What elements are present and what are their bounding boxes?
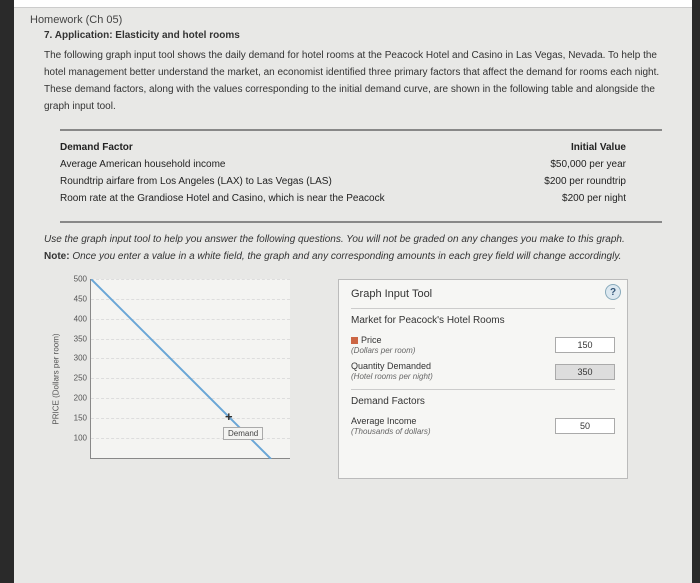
price-row: Price (Dollars per room) 150 [351, 332, 615, 358]
tool-title: Graph Input Tool [351, 288, 615, 300]
price-input[interactable]: 150 [555, 337, 615, 353]
price-label: Price (Dollars per room) [351, 335, 415, 355]
price-legend-icon [351, 337, 358, 344]
page-container: Homework (Ch 05) 7. Application: Elastic… [14, 0, 692, 583]
instruction-note: Note: Once you enter a value in a white … [30, 248, 676, 265]
topbar-fragment [14, 0, 692, 8]
quantity-row: Quantity Demanded (Hotel rooms per night… [351, 358, 615, 384]
market-section: Market for Peacock's Hotel Rooms Price (… [351, 308, 615, 389]
header-initial-value: Initial Value [496, 142, 626, 153]
table-row: Roundtrip airfare from Los Angeles (LAX)… [60, 173, 626, 190]
instruction-text: Use the graph input tool to help you ans… [30, 231, 676, 248]
graph-input-tool-panel: ? Graph Input Tool Market for Peacock's … [338, 279, 628, 479]
help-icon[interactable]: ? [605, 284, 621, 300]
income-label: Average Income (Thousands of dollars) [351, 416, 431, 436]
chart-y-axis-label: PRICE (Dollars per room) [52, 333, 61, 424]
income-row: Average Income (Thousands of dollars) 50 [351, 413, 615, 439]
table-row: Room rate at the Grandiose Hotel and Cas… [60, 190, 626, 207]
table-header-row: Demand Factor Initial Value [60, 139, 626, 156]
demand-chart[interactable]: PRICE (Dollars per room) 500 450 400 350… [60, 279, 320, 479]
tool-area: PRICE (Dollars per room) 500 450 400 350… [60, 279, 676, 479]
homework-title: Homework (Ch 05) [30, 14, 676, 26]
demand-factor-table: Demand Factor Initial Value Average Amer… [60, 139, 626, 207]
demand-line-label[interactable]: Demand [223, 427, 263, 440]
intro-text: The following graph input tool shows the… [30, 47, 676, 115]
divider-bottom [60, 221, 662, 223]
factors-title: Demand Factors [351, 396, 615, 407]
table-row: Average American household income $50,00… [60, 156, 626, 173]
income-input[interactable]: 50 [555, 418, 615, 434]
factors-section: Demand Factors Average Income (Thousands… [351, 389, 615, 443]
divider-top [60, 129, 662, 131]
header-demand-factor: Demand Factor [60, 142, 133, 153]
quantity-output: 350 [555, 364, 615, 380]
crosshair-icon[interactable]: + [225, 409, 233, 424]
homework-header: Homework (Ch 05) 7. Application: Elastic… [30, 8, 676, 47]
chart-plot-area[interactable]: 500 450 400 350 300 250 200 150 100 + De… [90, 279, 290, 459]
market-title: Market for Peacock's Hotel Rooms [351, 315, 615, 326]
problem-title: 7. Application: Elasticity and hotel roo… [30, 26, 676, 47]
quantity-label: Quantity Demanded (Hotel rooms per night… [351, 361, 433, 381]
